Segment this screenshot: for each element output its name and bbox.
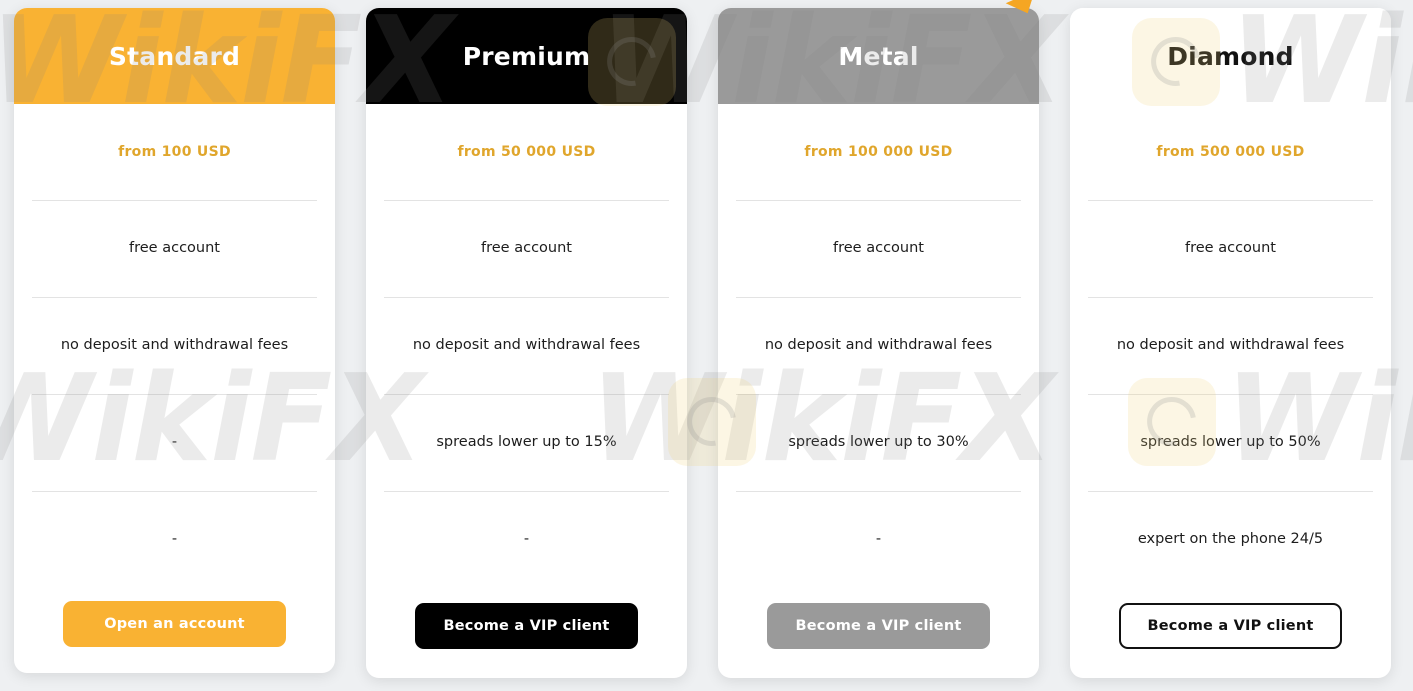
cta-button-standard[interactable]: Open an account (63, 600, 286, 647)
pricing-card-premium: Premium from 50 000 USD free account no dep… (366, 8, 687, 678)
cta-button-premium[interactable]: Become a VIP client (415, 603, 638, 649)
plan-feature-text: free account (1185, 240, 1276, 257)
cta-button-diamond[interactable]: Become a VIP client (1119, 603, 1342, 649)
plan-price: from 50 000 USD (457, 144, 596, 160)
plan-feature-row: free account (736, 200, 1021, 297)
plan-feature-row: expert on the phone 24/5 (1088, 491, 1373, 588)
plan-price-row: from 50 000 USD (384, 104, 669, 200)
card-header-standard: Standard (14, 8, 335, 104)
plan-feature-row: free account (384, 200, 669, 297)
plan-feature-text: - (171, 531, 178, 548)
plan-feature-text: no deposit and withdrawal fees (412, 337, 641, 354)
plan-feature-row: - (32, 394, 317, 491)
plan-price-row: from 100 USD (32, 104, 317, 200)
plan-cta-row: Open an account (32, 588, 317, 673)
plan-feature-row: free account (1088, 200, 1373, 297)
plan-feature-text: no deposit and withdrawal fees (764, 337, 993, 354)
plan-feature-row: spreads lower up to 30% (736, 394, 1021, 491)
card-header-premium: Premium (366, 8, 687, 104)
cta-button-metal[interactable]: Become a VIP client (767, 603, 990, 649)
plan-price: from 100 USD (118, 144, 231, 160)
plan-cta-row: Become a VIP client (1088, 588, 1373, 678)
card-body-diamond: from 500 000 USD free account no deposit a… (1070, 104, 1391, 678)
card-body-metal: from 100 000 USD free account no deposit a… (718, 104, 1039, 678)
card-header-diamond: Diamond (1070, 8, 1391, 104)
plan-price-row: from 500 000 USD (1088, 104, 1373, 200)
plan-feature-row: no deposit and withdrawal fees (384, 297, 669, 394)
plan-title: Standard (108, 41, 241, 71)
plan-feature-text: free account (481, 240, 572, 257)
plan-feature-text: - (171, 434, 178, 451)
plan-cta-row: Become a VIP client (736, 588, 1021, 678)
plan-feature-row: no deposit and withdrawal fees (736, 297, 1021, 394)
card-header-metal: Metal (718, 8, 1039, 104)
plan-title: Metal (838, 41, 919, 71)
pricing-card-standard: Standard from 100 USD free account no depos… (14, 8, 335, 673)
plan-feature-text: free account (129, 240, 220, 257)
card-body-premium: from 50 000 USD free account no deposit an… (366, 104, 687, 678)
plan-price-row: from 100 000 USD (736, 104, 1021, 200)
plan-feature-row: spreads lower up to 50% (1088, 394, 1373, 491)
pricing-card-metal: Metal from 100 000 USD free account no depo… (718, 8, 1039, 678)
plan-feature-row: free account (32, 200, 317, 297)
pricing-card-diamond: Diamond from 500 000 USD free account no de… (1070, 8, 1391, 678)
plan-price: from 100 000 USD (804, 144, 953, 160)
plan-feature-text: spreads lower up to 30% (788, 434, 969, 451)
plan-feature-text: - (875, 531, 882, 548)
plan-feature-text: spreads lower up to 15% (436, 434, 617, 451)
plan-price: from 500 000 USD (1156, 144, 1305, 160)
plan-feature-row: spreads lower up to 15% (384, 394, 669, 491)
plan-feature-text: free account (833, 240, 924, 257)
plan-feature-text: - (523, 531, 530, 548)
plan-feature-row: - (32, 491, 317, 588)
plan-feature-row: no deposit and withdrawal fees (1088, 297, 1373, 394)
plan-feature-row: no deposit and withdrawal fees (32, 297, 317, 394)
plan-feature-text: expert on the phone 24/5 (1137, 531, 1324, 548)
plan-feature-text: no deposit and withdrawal fees (1116, 337, 1345, 354)
card-body-standard: from 100 USD free account no deposit and w… (14, 104, 335, 673)
plan-feature-text: spreads lower up to 50% (1140, 434, 1321, 451)
plan-cta-row: Become a VIP client (384, 588, 669, 678)
plan-feature-row: - (384, 491, 669, 588)
plan-title: Diamond (1167, 41, 1294, 71)
pricing-plan-grid: Standard from 100 USD free account no depos… (0, 0, 1413, 691)
plan-feature-row: - (736, 491, 1021, 588)
plan-title: Premium (462, 41, 591, 71)
plan-feature-text: no deposit and withdrawal fees (60, 337, 289, 354)
